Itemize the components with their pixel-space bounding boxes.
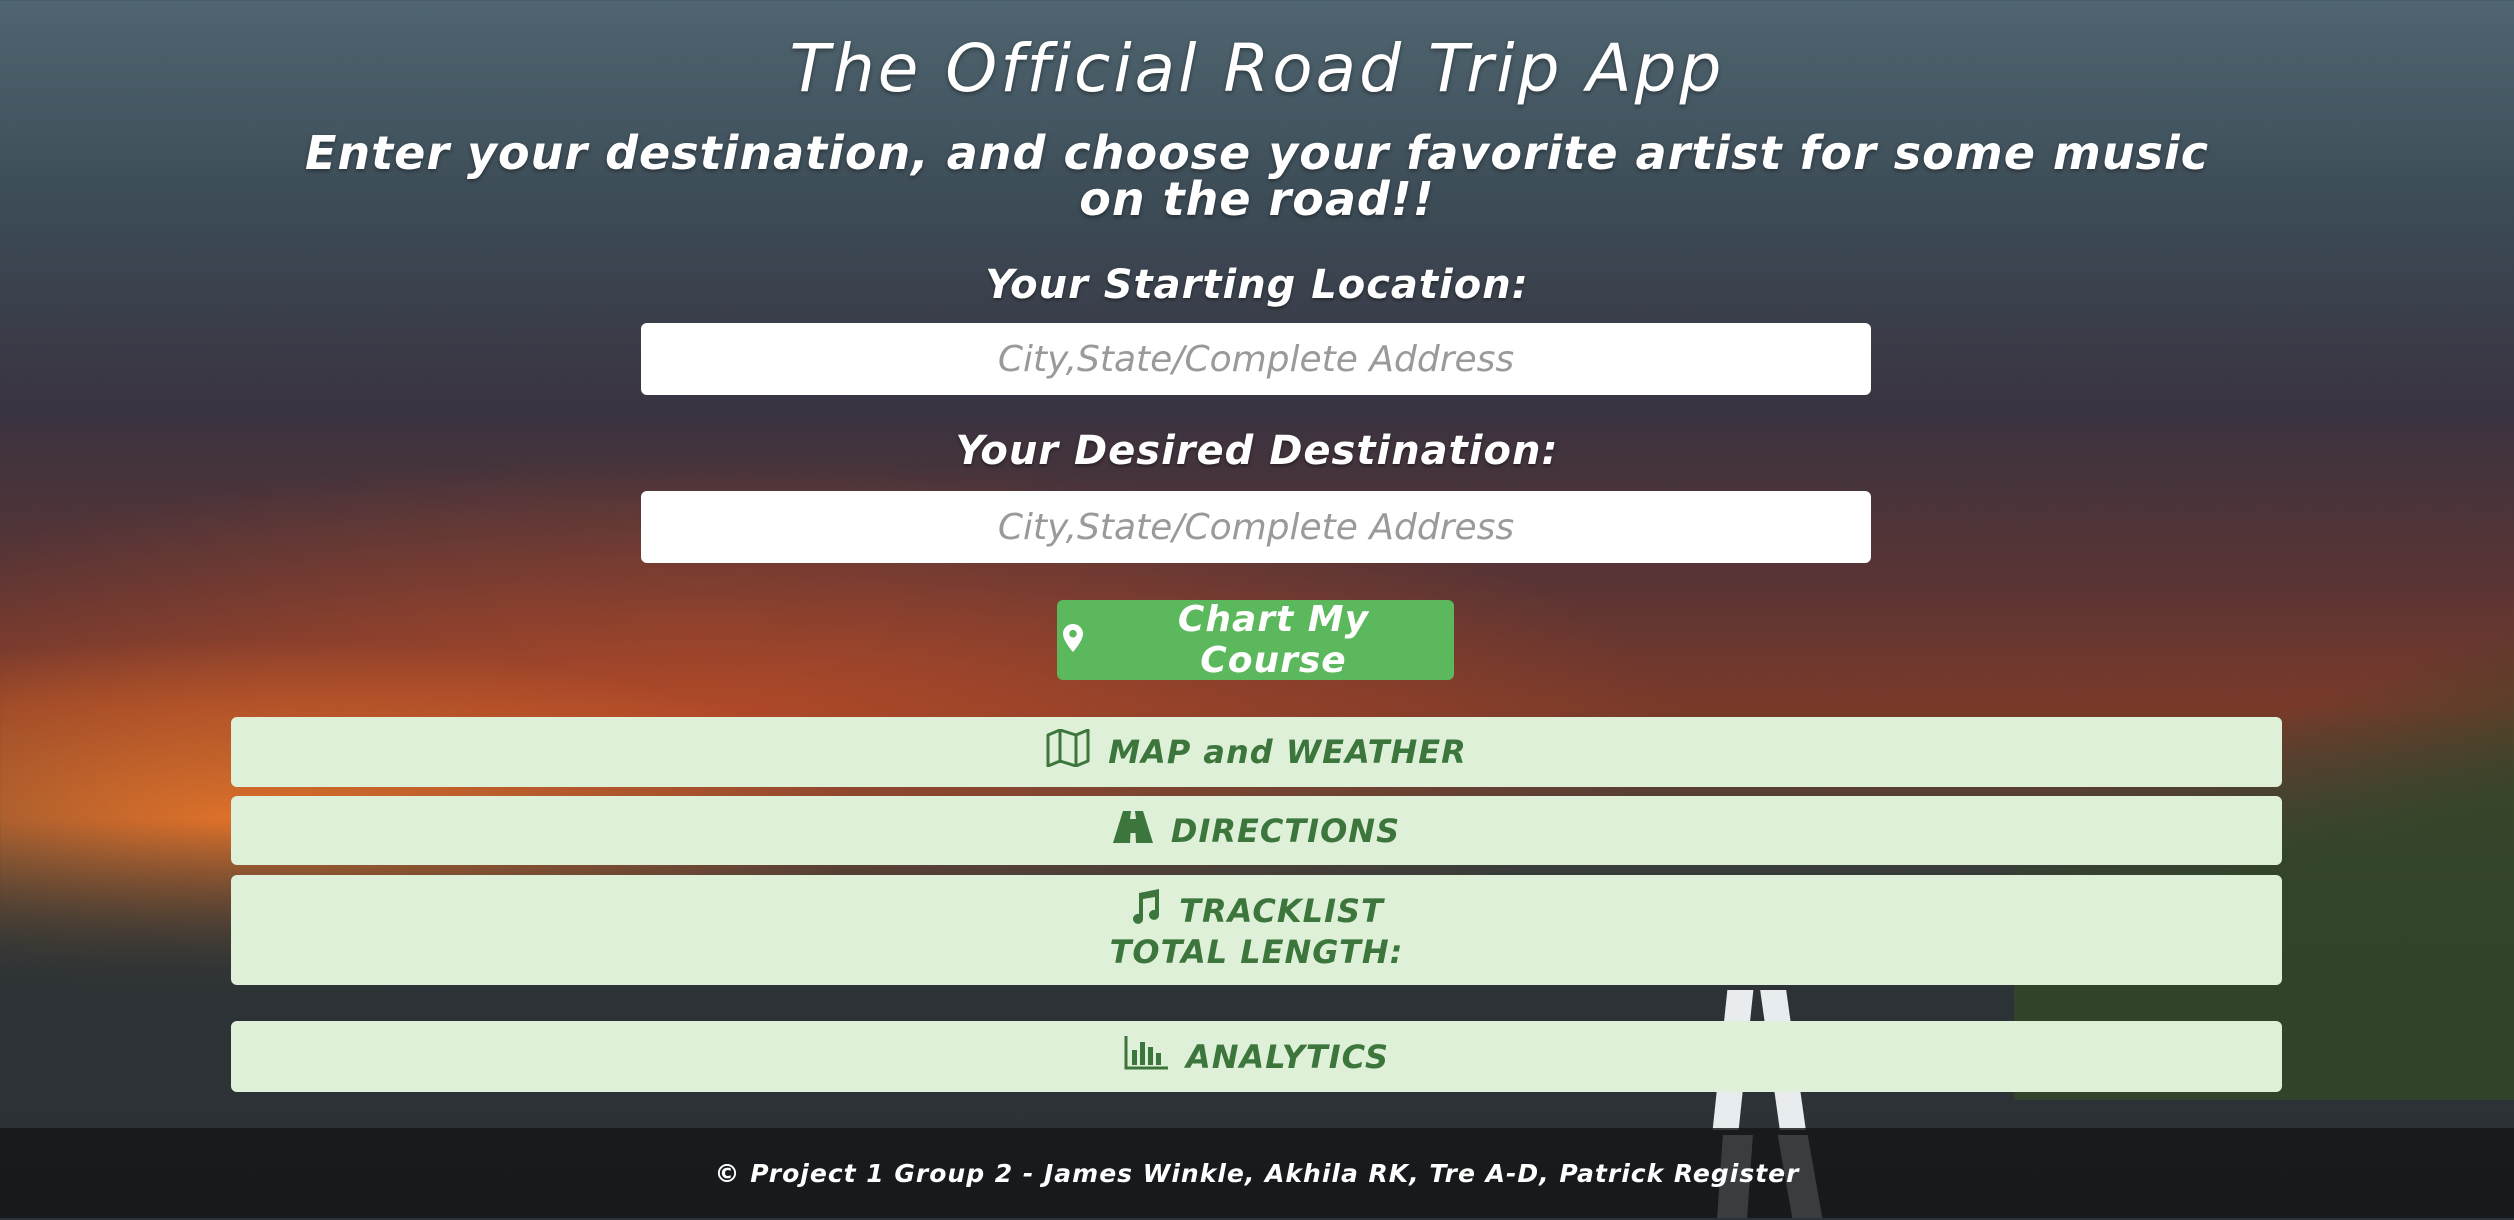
panel-directions-label: DIRECTIONS: [1170, 811, 1401, 850]
panel-analytics[interactable]: ANALYTICS: [231, 1021, 2282, 1092]
chart-my-course-label: Chart My Course: [1177, 599, 1370, 681]
panel-tracklist-label: TRACKLIST: [1179, 892, 1384, 930]
map-icon: [1046, 728, 1090, 775]
panel-map-weather-label: MAP and WEATHER: [1108, 733, 1467, 771]
tracklist-total-length: TOTAL LENGTH:: [1109, 933, 1404, 971]
page-subtitle: Enter your destination, and choose your …: [304, 126, 2210, 226]
chart-my-course-button[interactable]: Chart My Course: [1057, 599, 1454, 681]
page-title: The Official Road Trip App: [789, 30, 1725, 107]
panel-tracklist[interactable]: TRACKLIST TOTAL LENGTH:: [231, 875, 2282, 985]
destination-input[interactable]: [641, 491, 1871, 563]
start-location-label: Your Starting Location:: [985, 262, 1529, 308]
destination-label: Your Desired Destination:: [955, 428, 1559, 474]
panel-map-weather[interactable]: MAP and WEATHER: [231, 717, 2282, 787]
panel-analytics-label: ANALYTICS: [1185, 1037, 1389, 1076]
footer: © Project 1 Group 2 - James Winkle, Akhi…: [0, 1128, 2514, 1218]
bar-chart-icon: [1124, 1035, 1168, 1078]
start-location-input[interactable]: [641, 323, 1871, 395]
map-marker-icon: [1063, 620, 1083, 661]
road-icon: [1112, 810, 1153, 851]
music-note-icon: [1129, 889, 1161, 933]
panel-directions[interactable]: DIRECTIONS: [231, 796, 2282, 865]
footer-text: © Project 1 Group 2 - James Winkle, Akhi…: [714, 1158, 1800, 1188]
